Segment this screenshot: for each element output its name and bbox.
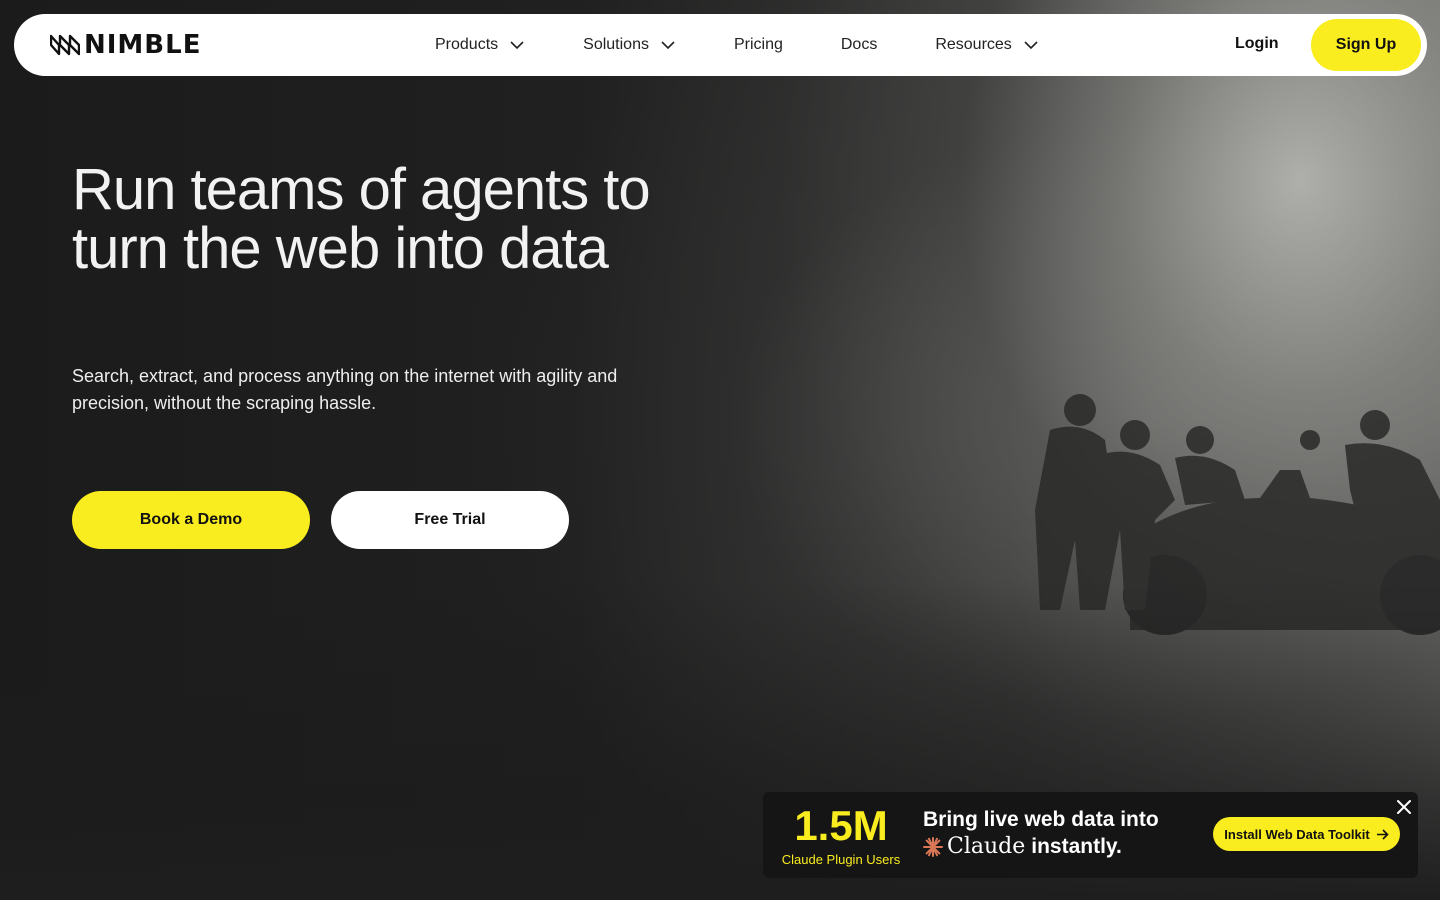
promo-stat: 1.5M Claude Plugin Users [779,802,903,868]
promo-line-1: Bring live web data into [923,808,1159,831]
nav-item-docs[interactable]: Docs [841,36,877,54]
claude-promo-banner: 1.5M Claude Plugin Users Bring live web … [763,792,1418,878]
login-link[interactable]: Login [1235,35,1279,53]
nav-menu: Products Solutions Pricing Docs Resource… [435,14,1038,76]
nav-item-products[interactable]: Products [435,36,524,54]
promo-line-2: Claude instantly. [923,833,1193,860]
nav-item-solutions[interactable]: Solutions [583,36,675,54]
top-navbar: NIMBLE Products Solutions Pricing Docs R… [14,14,1427,76]
brand-name: NIMBLE [84,30,202,60]
promo-stat-value: 1.5M [794,802,888,849]
close-icon[interactable] [1396,799,1412,815]
nav-item-label: Solutions [583,36,649,53]
promo-message: Bring live web data into Claude instantl… [923,806,1193,860]
chevron-down-icon [510,40,524,49]
claude-starburst-icon [923,836,943,857]
nav-item-label: Pricing [733,36,783,53]
promo-line-2-suffix: instantly. [1031,835,1122,858]
signup-button[interactable]: Sign Up [1311,19,1421,71]
chevron-down-icon [661,40,675,49]
hero-subtext: Search, extract, and process anything on… [72,366,618,413]
book-demo-button[interactable]: Book a Demo [72,491,310,549]
nav-item-label: Resources [935,36,1012,53]
brand-logo[interactable]: NIMBLE [50,30,202,60]
free-trial-button[interactable]: Free Trial [331,491,569,549]
nav-item-label: Products [435,36,499,53]
claude-wordmark: Claude [947,834,1026,859]
hero-headline: Run teams of agents to turn the web into… [72,157,651,281]
nimble-logo-icon [50,34,80,56]
promo-stat-caption: Claude Plugin Users [781,852,901,867]
arrow-right-icon [1376,828,1389,840]
nav-item-resources[interactable]: Resources [935,36,1038,54]
install-toolkit-button[interactable]: Install Web Data Toolkit [1213,817,1400,851]
nav-item-pricing[interactable]: Pricing [734,36,783,54]
chevron-down-icon [1024,40,1038,49]
nav-item-label: Docs [840,36,878,53]
install-toolkit-label: Install Web Data Toolkit [1224,826,1370,842]
